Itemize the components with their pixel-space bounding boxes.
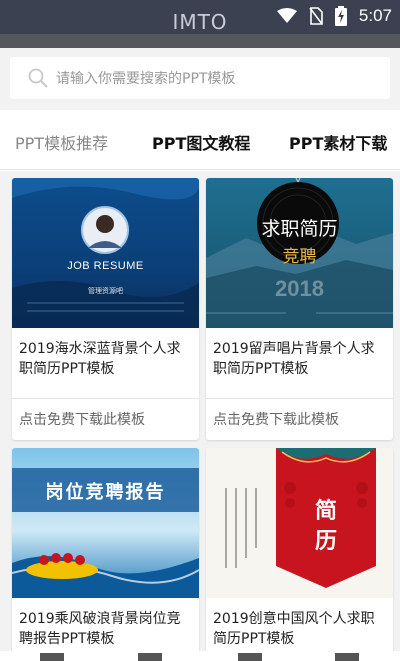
no-sim-icon (309, 7, 323, 25)
template-title: 2019乘风破浪背景岗位竞聘报告PPT模板 (19, 611, 181, 647)
nav-icon[interactable] (138, 653, 162, 661)
search-placeholder: 请输入你需要搜索的PPT模板 (56, 71, 236, 87)
template-title: 2019海水深蓝背景个人求职简历PPT模板 (19, 341, 181, 377)
thumb-sub-text: 管理资源吧 (88, 287, 123, 295)
status-bar: IMTO 5:07 (0, 0, 400, 34)
thumb-main-text: 求职简历 (261, 218, 338, 240)
template-card[interactable]: 岗位竞聘报告 2019乘风破浪背景岗位竞聘报告PPT模板 (12, 448, 199, 651)
wifi-icon (276, 8, 297, 23)
template-card[interactable]: 简历 2019创意中国风个人求职简历PPT模板 (206, 448, 393, 651)
tab-ppt-materials[interactable]: PPT素材下载 (289, 130, 387, 154)
nav-icon[interactable] (238, 653, 262, 661)
template-title: 2019创意中国风个人求职简历PPT模板 (213, 611, 375, 647)
template-grid: JOB RESUME 管理资源吧 2019海水深蓝背景个人求职简历PPT模板 点… (0, 171, 400, 651)
status-icons: 5:07 (276, 6, 392, 26)
app-header-strip (0, 34, 400, 48)
template-title: 2019留声唱片背景个人求职简历PPT模板 (213, 341, 375, 377)
clock: 5:07 (358, 6, 392, 25)
template-card[interactable]: 求职简历 竞聘 2018 2019留声唱片背景个人求职简历PPT模板 点击免费下… (206, 178, 393, 440)
download-link[interactable]: 点击免费下载此模板 (206, 399, 393, 439)
template-thumbnail: JOB RESUME 管理资源吧 (12, 178, 199, 328)
template-thumbnail: 岗位竞聘报告 (12, 448, 199, 598)
template-thumbnail: 求职简历 竞聘 2018 (206, 178, 393, 328)
search-bar-area: 请输入你需要搜索的PPT模板 (0, 48, 400, 110)
thumb-main-text: 简历 (314, 498, 337, 554)
category-tabs: PPT模板推荐 PPT图文教程 PPT素材下载 (0, 110, 400, 170)
tab-ppt-tutorials[interactable]: PPT图文教程 (152, 130, 250, 154)
thumb-main-text: JOB RESUME (67, 260, 144, 272)
battery-charging-icon (334, 6, 347, 26)
template-card[interactable]: JOB RESUME 管理资源吧 2019海水深蓝背景个人求职简历PPT模板 点… (12, 178, 199, 440)
template-thumbnail: 简历 (206, 448, 393, 598)
thumb-main-text: 岗位竞聘报告 (45, 482, 166, 503)
tab-ppt-templates[interactable]: PPT模板推荐 (15, 130, 108, 154)
thumb-year-text: 2018 (275, 276, 324, 301)
nav-icon[interactable] (335, 653, 359, 661)
bottom-nav-bar (0, 651, 400, 661)
download-link[interactable]: 点击免费下载此模板 (12, 399, 199, 439)
nav-icon[interactable] (40, 653, 64, 661)
search-icon (28, 68, 48, 88)
thumb-sub-text: 竞聘 (282, 247, 317, 267)
search-input[interactable]: 请输入你需要搜索的PPT模板 (10, 57, 390, 99)
